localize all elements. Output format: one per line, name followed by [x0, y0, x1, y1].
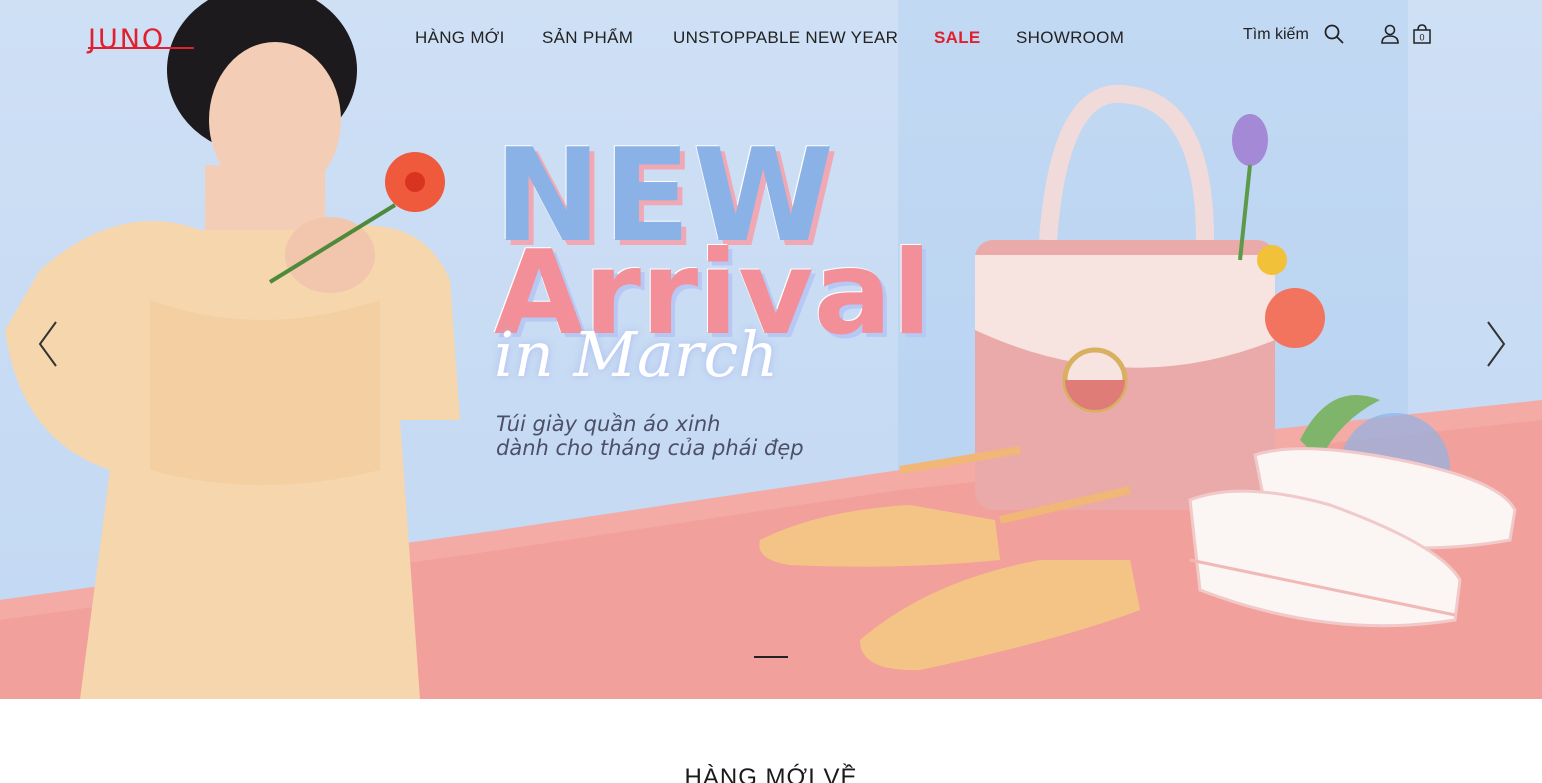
section-title-new-arrivals: HÀNG MỚI VỀ: [684, 764, 858, 783]
cart-count: 0: [1419, 33, 1424, 43]
handbag-product: [975, 84, 1275, 510]
search-label[interactable]: Tìm kiếm: [1243, 26, 1309, 44]
search-icon[interactable]: [1322, 22, 1346, 46]
nav-item-sale[interactable]: SALE: [934, 28, 981, 48]
carousel-indicator-active[interactable]: [754, 656, 788, 658]
nav-item-hang-moi[interactable]: HÀNG MỚI: [415, 28, 505, 48]
nav-item-unstoppable-new-year[interactable]: UNSTOPPABLE NEW YEAR: [673, 28, 898, 48]
carousel-prev-arrow-icon[interactable]: [36, 320, 60, 368]
shopping-bag-icon[interactable]: 0: [1410, 22, 1434, 46]
carousel-next-arrow-icon[interactable]: [1484, 320, 1508, 368]
nav-item-showroom[interactable]: SHOWROOM: [1016, 28, 1124, 48]
main-nav: HÀNG MỚI SẢN PHẨM UNSTOPPABLE NEW YEAR S…: [0, 28, 1542, 50]
hero-tagline-line2: dành cho tháng của phái đẹp: [496, 436, 804, 460]
hero-tagline: Túi giày quần áo xinh dành cho tháng của…: [496, 412, 804, 460]
hero-headline-march: in March: [494, 318, 779, 391]
hero-banner[interactable]: NEW Arrival in March Túi giày quần áo xi…: [0, 0, 1542, 699]
user-account-icon[interactable]: [1378, 22, 1402, 46]
hero-tagline-line1: Túi giày quần áo xinh: [496, 412, 721, 436]
nav-item-san-pham[interactable]: SẢN PHẨM: [542, 28, 633, 48]
